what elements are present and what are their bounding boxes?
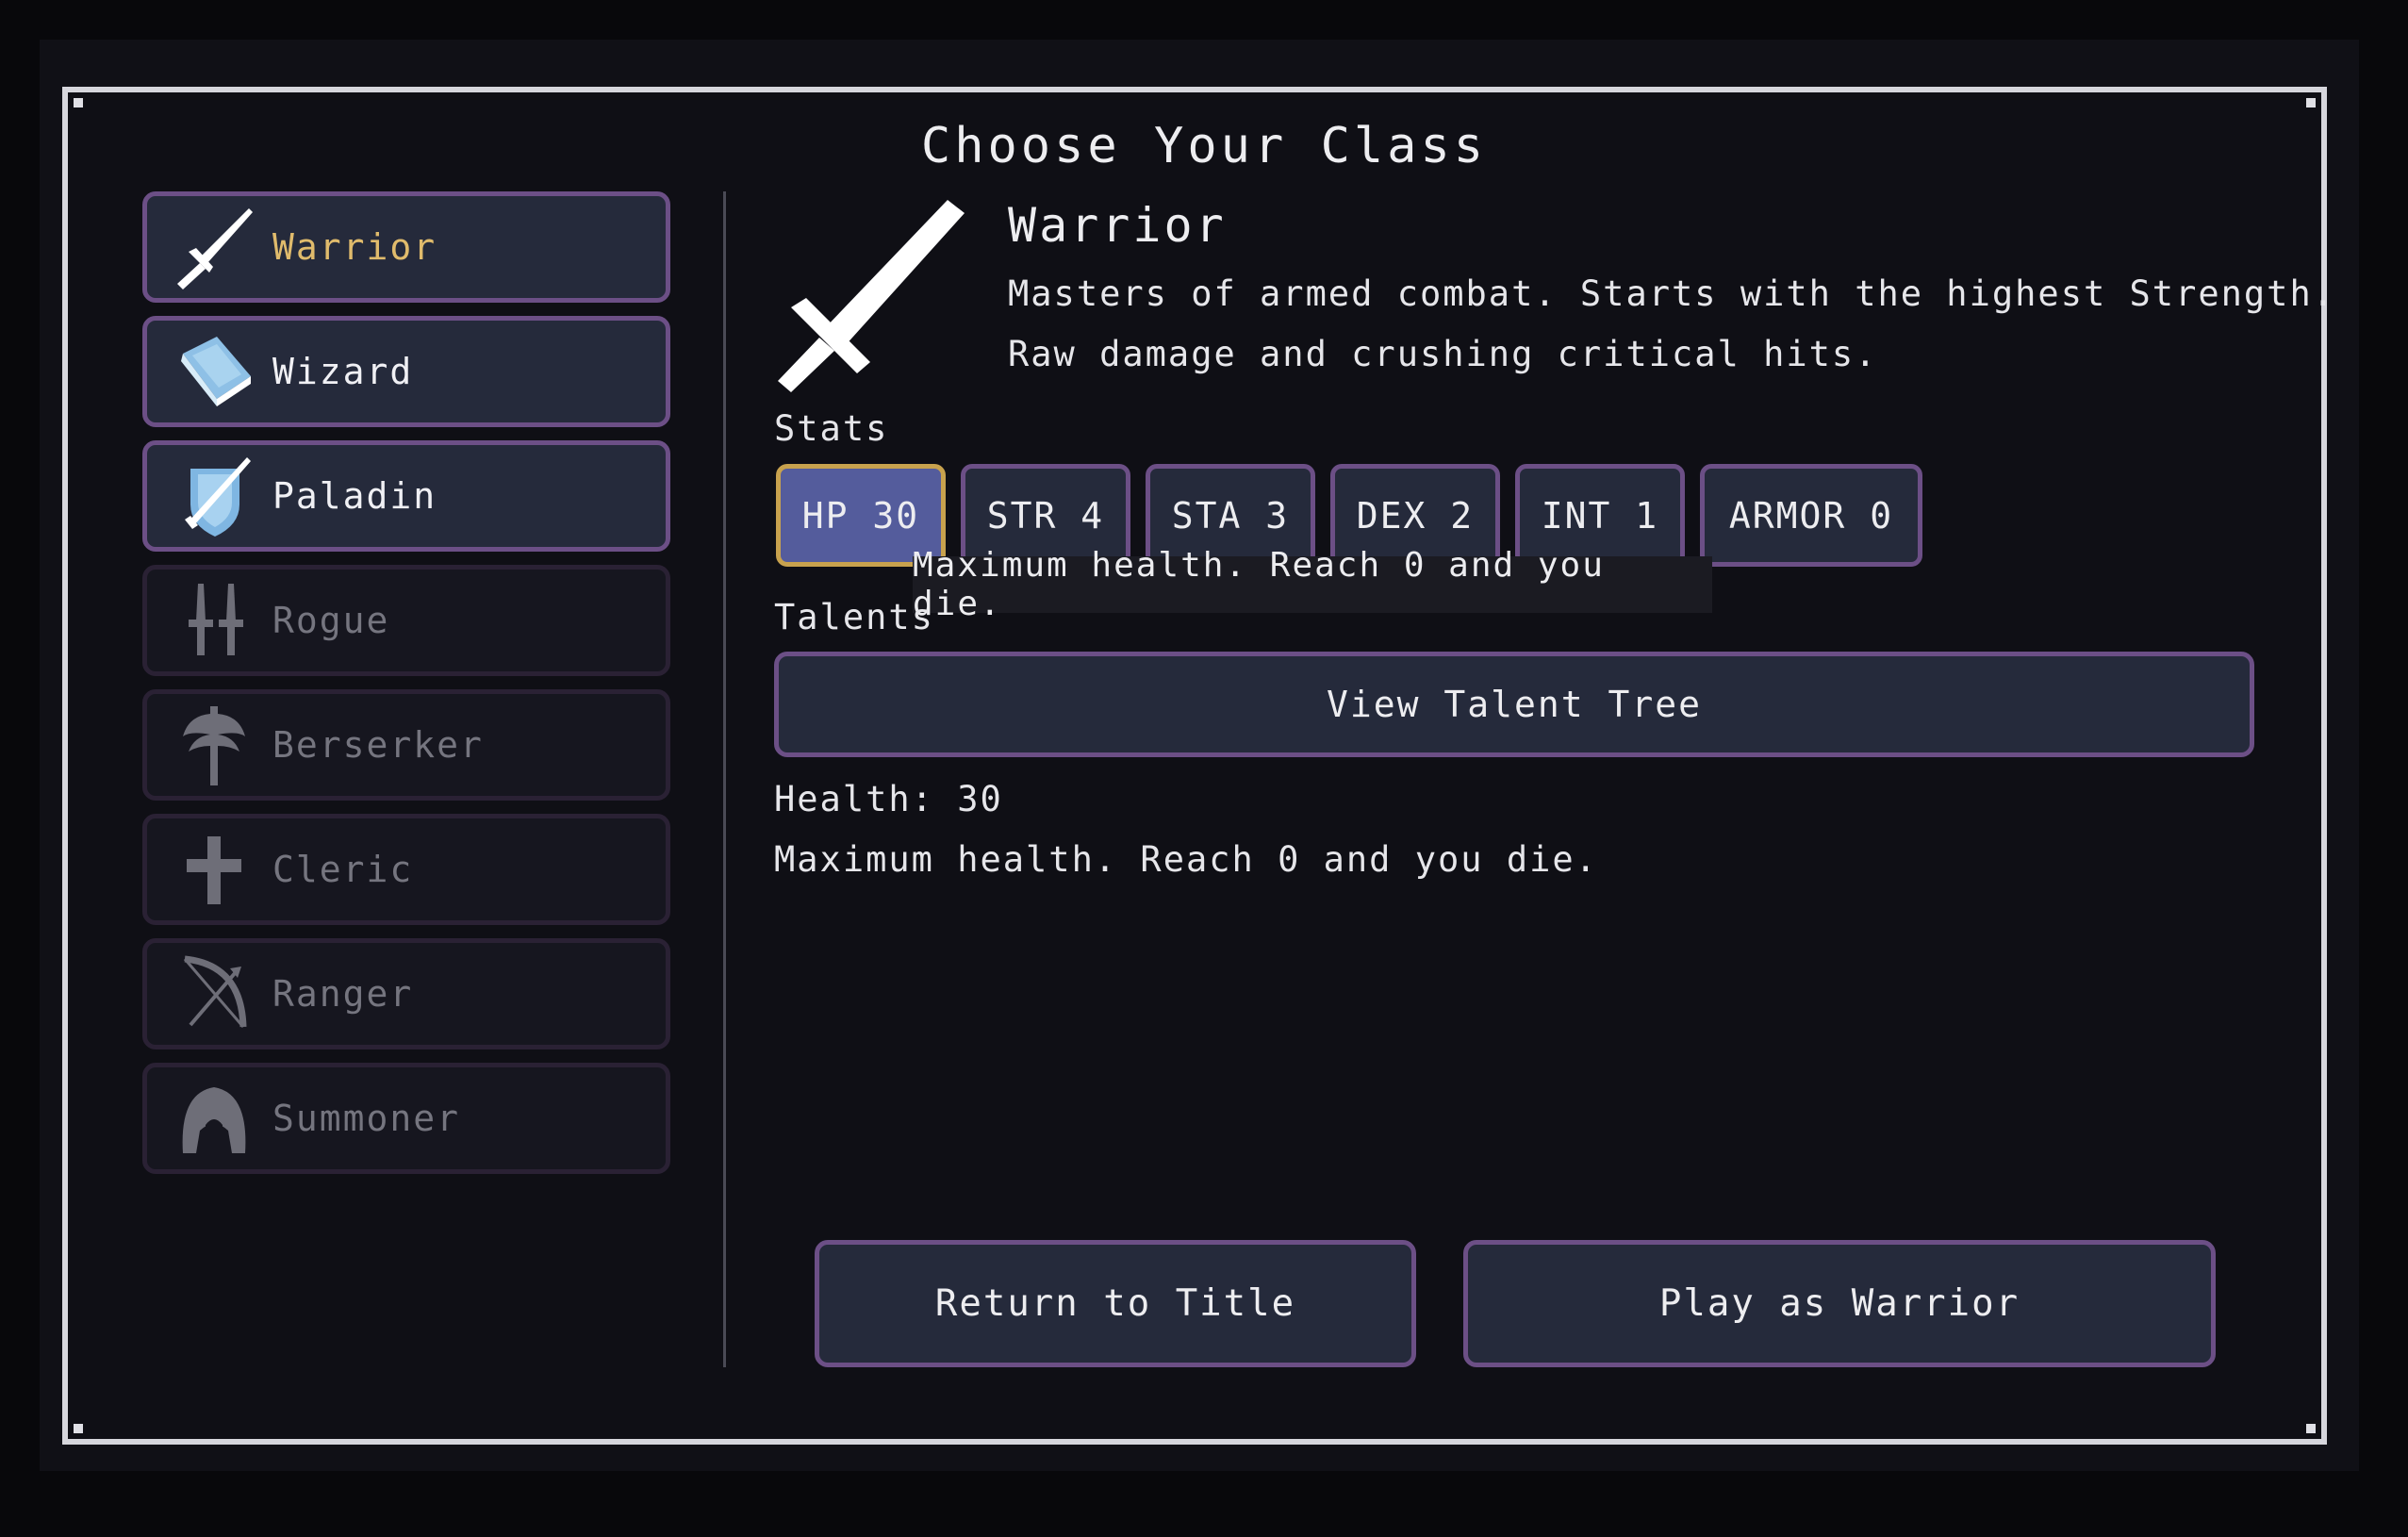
- class-button-ranger[interactable]: Ranger: [142, 938, 670, 1049]
- hood-icon: [175, 1076, 253, 1161]
- daggers-icon: [175, 578, 253, 663]
- spellbook-icon: [175, 329, 253, 414]
- class-label: Summoner: [272, 1098, 461, 1139]
- frame-corner: [2306, 98, 2316, 107]
- view-talent-tree-button[interactable]: View Talent Tree: [774, 652, 2254, 757]
- stat-tooltip: Maximum health. Reach 0 and you die.: [913, 546, 1712, 623]
- bow-icon: [175, 951, 253, 1036]
- frame-corner: [74, 98, 83, 107]
- class-description-line-1: Masters of armed combat. Starts with the…: [1008, 273, 2336, 314]
- return-to-title-button[interactable]: Return to Title: [815, 1240, 1416, 1367]
- shield-sword-icon: [175, 454, 253, 538]
- stat-info-title: Health: 30: [774, 779, 1003, 819]
- class-label: Ranger: [272, 973, 414, 1015]
- class-label: Rogue: [272, 600, 390, 641]
- class-label: Cleric: [272, 849, 414, 890]
- battle-axe-icon: [175, 702, 253, 787]
- talents-heading: Talents: [774, 597, 934, 637]
- stat-armor-button[interactable]: ARMOR 0: [1700, 464, 1922, 567]
- class-button-berserker[interactable]: Berserker: [142, 689, 670, 801]
- stats-heading: Stats: [774, 408, 889, 449]
- class-button-paladin[interactable]: Paladin: [142, 440, 670, 552]
- class-label: Wizard: [272, 351, 414, 392]
- play-as-class-button[interactable]: Play as Warrior: [1463, 1240, 2216, 1367]
- sword-icon: [778, 200, 965, 392]
- class-button-cleric[interactable]: Cleric: [142, 814, 670, 925]
- class-name: Warrior: [1008, 198, 1227, 253]
- class-button-rogue[interactable]: Rogue: [142, 565, 670, 676]
- class-label: Paladin: [272, 475, 437, 517]
- screen-title: Choose Your Class: [920, 118, 1488, 174]
- class-label: Warrior: [272, 226, 437, 268]
- class-button-warrior[interactable]: Warrior: [142, 191, 670, 303]
- class-label: Berserker: [272, 724, 484, 766]
- class-button-summoner[interactable]: Summoner: [142, 1063, 670, 1174]
- stat-info-text: Maximum health. Reach 0 and you die.: [774, 839, 1598, 880]
- frame-corner: [2306, 1424, 2316, 1433]
- game-screen: Choose Your Class Warrior Wizard Paladin…: [0, 0, 2408, 1537]
- class-button-wizard[interactable]: Wizard: [142, 316, 670, 427]
- cross-icon: [175, 827, 253, 912]
- frame-corner: [74, 1424, 83, 1433]
- panel-divider: [723, 191, 726, 1367]
- sword-icon: [175, 205, 253, 289]
- class-description-line-2: Raw damage and crushing critical hits.: [1008, 334, 1878, 374]
